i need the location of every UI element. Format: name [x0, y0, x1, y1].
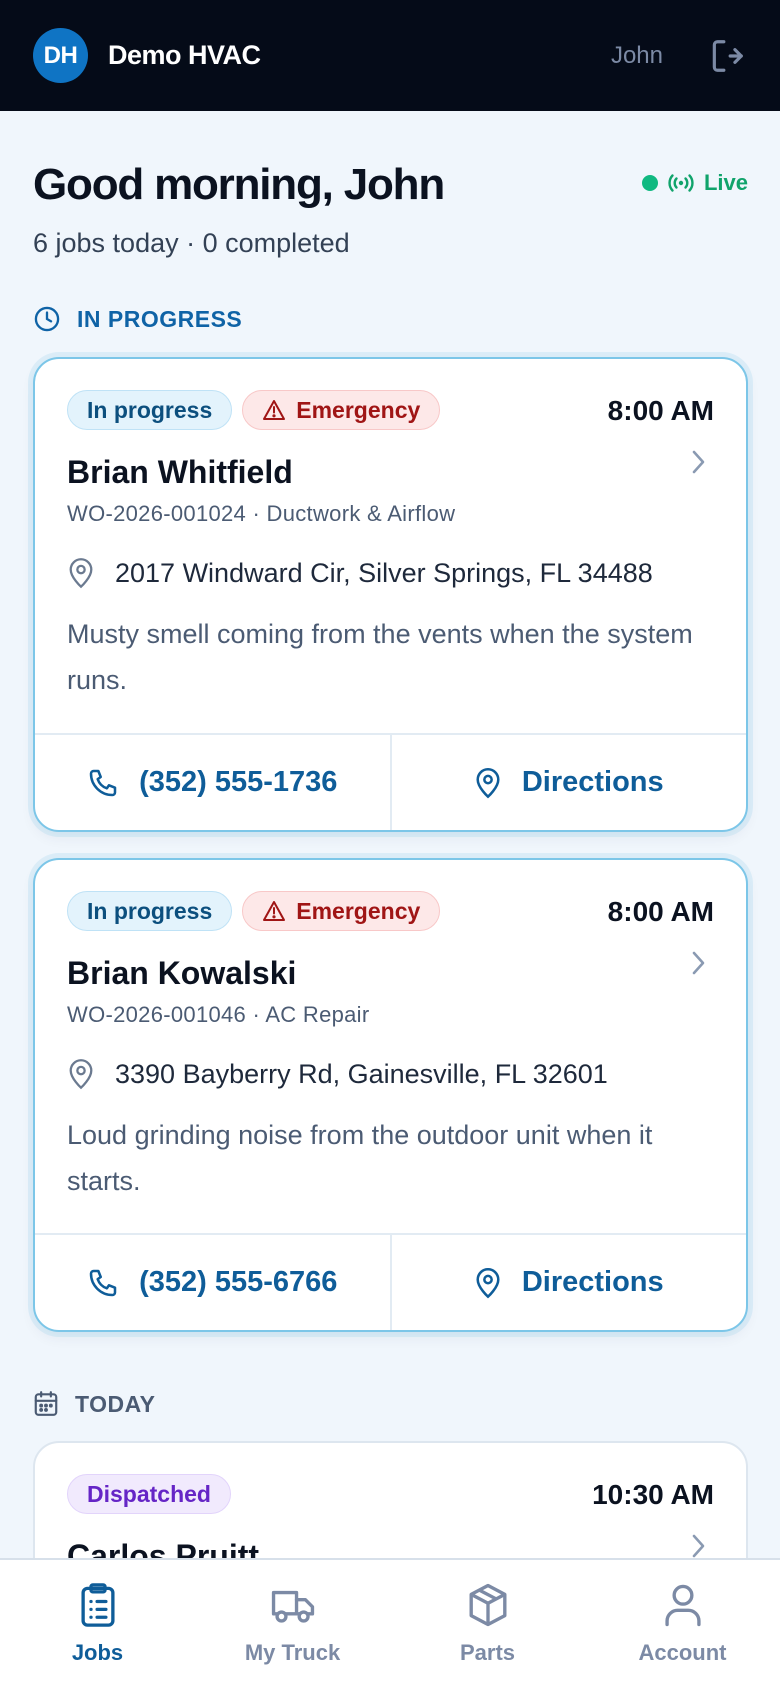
logout-button[interactable]	[707, 36, 747, 76]
nav-label-my-truck: My Truck	[244, 1640, 341, 1665]
priority-label: Emergency	[296, 396, 421, 423]
call-button[interactable]: (352) 555-1736	[35, 735, 390, 830]
chevron-right-icon[interactable]	[688, 447, 708, 477]
warning-icon	[263, 901, 286, 921]
warning-icon	[263, 400, 286, 420]
nav-label-account: Account	[638, 1640, 727, 1665]
job-card[interactable]: In progress Emergency 8:00 AM Brian Kowa…	[33, 858, 748, 1332]
section-today: TODAY	[33, 1390, 155, 1418]
broadcast-icon	[668, 174, 694, 192]
chevron-right-icon[interactable]	[688, 948, 708, 978]
status-badge: In progress	[67, 891, 233, 931]
directions-label: Directions	[521, 1266, 664, 1298]
priority-badge: Emergency	[242, 891, 441, 931]
chevron-right-icon[interactable]	[688, 1531, 708, 1561]
address-text: 2017 Windward Cir, Silver Springs, FL 34…	[115, 557, 653, 588]
phone-icon	[89, 769, 117, 796]
section-in-progress: IN PROGRESS	[33, 305, 242, 333]
phone-number: (352) 555-6766	[139, 1266, 338, 1298]
work-order-line: WO-2026-001024 · Ductwork & Airflow	[67, 501, 456, 526]
nav-item-jobs[interactable]: Jobs	[0, 1560, 195, 1688]
phone-icon	[89, 1269, 117, 1296]
customer-name: Brian Whitfield	[67, 454, 293, 490]
nav-label-jobs: Jobs	[71, 1640, 124, 1665]
priority-label: Emergency	[296, 897, 421, 924]
directions-label: Directions	[521, 766, 664, 798]
map-pin-icon	[69, 558, 93, 589]
live-status: Live	[641, 170, 748, 196]
app-header: DH Demo HVAC John	[0, 0, 780, 111]
logout-icon	[712, 39, 743, 72]
job-time: 10:30 AM	[592, 1479, 714, 1510]
nav-item-account[interactable]: Account	[585, 1560, 780, 1688]
job-card[interactable]: In progress Emergency 8:00 AM Brian Whit…	[33, 357, 748, 832]
priority-badge: Emergency	[242, 390, 441, 430]
nav-label-parts: Parts	[459, 1640, 516, 1665]
current-user-name[interactable]: John	[611, 42, 663, 70]
customer-name: Brian Kowalski	[67, 955, 297, 991]
work-order-line: WO-2026-001046 · AC Repair	[67, 1002, 370, 1027]
job-address: 3390 Bayberry Rd, Gainesville, FL 32601	[67, 1058, 608, 1090]
job-badges: In progress Emergency	[67, 390, 441, 430]
bottom-nav: Jobs My Truck Parts Account	[0, 1558, 780, 1688]
job-badges: Dispatched	[67, 1474, 231, 1514]
directions-button[interactable]: Directions	[389, 735, 747, 830]
directions-button[interactable]: Directions	[389, 1235, 747, 1330]
job-actions: (352) 555-6766 Directions	[35, 1233, 746, 1330]
package-box-icon	[469, 1583, 506, 1627]
section-in-progress-label: IN PROGRESS	[77, 305, 243, 332]
status-badge: In progress	[67, 390, 233, 430]
job-badges: In progress Emergency	[67, 891, 441, 931]
address-text: 3390 Bayberry Rd, Gainesville, FL 32601	[115, 1058, 608, 1089]
job-address: 2017 Windward Cir, Silver Springs, FL 34…	[67, 557, 653, 589]
greeting-title: Good morning, John	[33, 160, 445, 209]
map-pin-icon	[476, 1267, 500, 1298]
calendar-icon	[34, 1391, 58, 1416]
job-time: 8:00 AM	[607, 395, 714, 426]
section-today-label: TODAY	[75, 1390, 156, 1417]
map-pin-icon	[69, 1059, 93, 1090]
phone-number: (352) 555-1736	[139, 766, 338, 798]
jobs-summary: 6 jobs today · 0 completed	[33, 228, 350, 258]
nav-item-parts[interactable]: Parts	[390, 1560, 585, 1688]
clipboard-list-icon	[80, 1583, 115, 1627]
company-logo: DH	[33, 28, 88, 83]
live-label: Live	[703, 170, 748, 195]
user-icon	[664, 1584, 701, 1627]
job-description: Loud grinding noise from the outdoor uni…	[67, 1120, 653, 1196]
job-description: Musty smell coming from the vents when t…	[67, 619, 693, 695]
nav-item-my-truck[interactable]: My Truck	[195, 1560, 390, 1688]
company-name: Demo HVAC	[108, 40, 261, 70]
live-dot	[641, 175, 658, 191]
clock-icon	[34, 306, 60, 332]
job-actions: (352) 555-1736 Directions	[35, 733, 746, 830]
call-button[interactable]: (352) 555-6766	[35, 1235, 390, 1330]
map-pin-icon	[476, 767, 500, 798]
truck-icon	[271, 1590, 314, 1623]
status-badge: Dispatched	[67, 1474, 231, 1514]
job-time: 8:00 AM	[607, 896, 714, 927]
